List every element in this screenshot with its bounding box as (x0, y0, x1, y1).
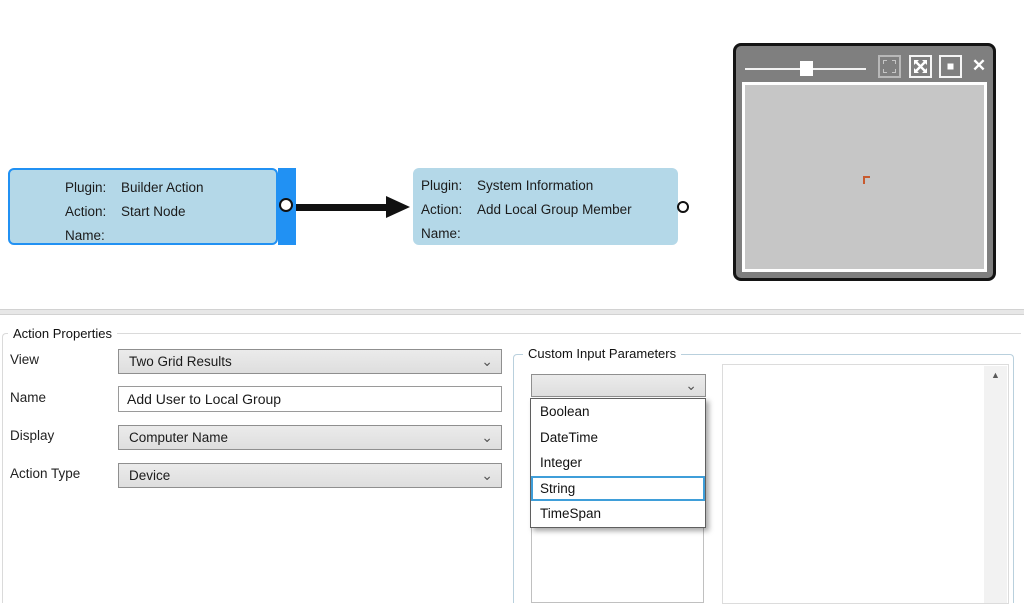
node-action-row: Action: Start Node (65, 200, 276, 224)
node-action-row: Action: Add Local Group Member (421, 198, 678, 222)
expand-all-button[interactable] (909, 55, 932, 78)
dropdown-option-datetime[interactable]: DateTime (531, 425, 705, 451)
output-port-circle[interactable] (279, 198, 293, 212)
chevron-down-icon: ⌄ (481, 350, 493, 373)
custom-input-parameters-title: Custom Input Parameters (523, 346, 681, 361)
node-name-label: Name: (421, 222, 477, 246)
dropdown-option-timespan[interactable]: TimeSpan (531, 501, 705, 527)
node-plugin-label: Plugin: (65, 176, 121, 200)
minimap-panel[interactable]: ✕ (733, 43, 996, 281)
fit-selection-button[interactable] (878, 55, 901, 78)
splitter-bar[interactable] (0, 309, 1024, 315)
action-type-dropdown-value: Device (129, 468, 170, 483)
connection-arrowhead-icon (386, 196, 410, 218)
dropdown-option-boolean[interactable]: Boolean (531, 399, 705, 425)
dropdown-option-string[interactable]: String (531, 476, 705, 502)
view-dropdown-value: Two Grid Results (129, 354, 232, 369)
view-label: View (10, 352, 39, 367)
parameter-type-popup: Boolean DateTime Integer String TimeSpan (530, 398, 706, 528)
chevron-down-icon: ⌄ (481, 464, 493, 487)
node-action-label: Action: (65, 200, 121, 224)
node-plugin-row: Plugin: Builder Action (65, 176, 276, 200)
viewport-corner-marker (863, 176, 870, 184)
zoom-slider-thumb[interactable] (800, 61, 813, 76)
center-view-button[interactable] (939, 55, 962, 78)
node-plugin-value: Builder Action (121, 176, 204, 200)
node-plugin-value: System Information (477, 174, 593, 198)
node-name-row: Name: (421, 222, 678, 246)
node-plugin-label: Plugin: (421, 174, 477, 198)
node-name-row: Name: (65, 224, 276, 248)
node-start[interactable]: Plugin: Builder Action Action: Start Nod… (8, 168, 278, 245)
scroll-up-icon[interactable]: ▲ (984, 366, 1007, 380)
center-square-icon (944, 60, 957, 73)
display-dropdown[interactable]: Computer Name ⌄ (118, 425, 502, 450)
action-type-dropdown[interactable]: Device ⌄ (118, 463, 502, 488)
action-type-label: Action Type (10, 466, 80, 481)
name-input-value: Add User to Local Group (127, 391, 281, 407)
name-label: Name (10, 390, 46, 405)
node-action-value: Start Node (121, 200, 186, 224)
chevron-down-icon: ⌄ (685, 375, 697, 396)
fit-corners-icon (883, 60, 896, 73)
action-properties-title: Action Properties (8, 326, 117, 341)
dropdown-option-integer[interactable]: Integer (531, 450, 705, 476)
node-plugin-row: Plugin: System Information (421, 174, 678, 198)
chevron-down-icon: ⌄ (481, 426, 493, 449)
display-dropdown-value: Computer Name (129, 430, 228, 445)
name-input[interactable]: Add User to Local Group (118, 386, 502, 412)
connection-edge[interactable] (296, 204, 388, 211)
node-action-label: Action: (421, 198, 477, 222)
parameter-type-dropdown[interactable]: ⌄ (531, 374, 706, 397)
parameter-detail-panel: ▲ (722, 364, 1009, 604)
view-dropdown[interactable]: Two Grid Results ⌄ (118, 349, 502, 374)
display-label: Display (10, 428, 54, 443)
vertical-scrollbar[interactable]: ▲ (984, 366, 1007, 603)
output-port-circle[interactable] (677, 201, 689, 213)
close-icon[interactable]: ✕ (967, 54, 991, 78)
node-name-label: Name: (65, 224, 121, 248)
node-action-value: Add Local Group Member (477, 198, 632, 222)
node-add-local-group-member[interactable]: Plugin: System Information Action: Add L… (413, 168, 678, 245)
expand-arrows-icon (914, 60, 927, 73)
